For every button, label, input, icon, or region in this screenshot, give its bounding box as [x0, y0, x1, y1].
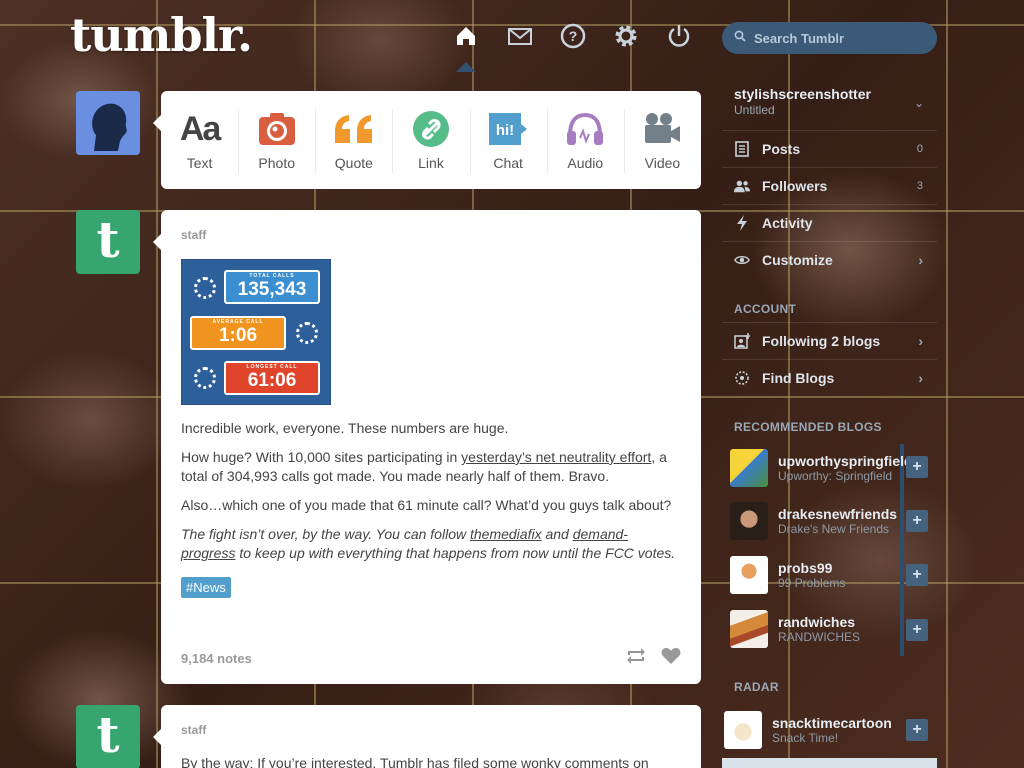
text-icon: Aa	[179, 109, 221, 148]
svg-text:hi!: hi!	[496, 122, 514, 139]
search-input[interactable]	[754, 30, 924, 46]
radar-post-preview[interactable]	[722, 758, 937, 768]
mail-icon[interactable]	[506, 22, 534, 50]
blog-avatar	[730, 449, 768, 487]
svg-text:?: ?	[569, 28, 578, 44]
lightning-icon	[734, 214, 750, 231]
blog-avatar	[724, 711, 762, 749]
blog-avatar	[730, 502, 768, 540]
post-paragraph: Incredible work, everyone. These numbers…	[181, 420, 509, 436]
post-type-audio[interactable]: Audio	[546, 91, 624, 189]
sidebar-item-posts[interactable]: Posts 0	[722, 130, 937, 166]
post-type-photo[interactable]: Photo	[238, 91, 315, 189]
top-header: tumblr. ?	[0, 0, 1024, 72]
chevron-right-icon: ›	[918, 332, 923, 349]
post-author[interactable]: staff	[181, 721, 681, 740]
sidebar-item-activity[interactable]: Activity	[722, 204, 937, 240]
user-silhouette-icon	[76, 91, 140, 155]
post-notes[interactable]: 9,184 notes	[181, 649, 252, 668]
post-type-text[interactable]: Aa Text	[161, 91, 238, 189]
document-icon	[734, 140, 750, 157]
post-photo[interactable]: TOTAL CALLS 135,343 AVERAGE CALL 1:06 LO…	[181, 259, 331, 405]
chevron-down-icon: ⌄	[913, 96, 924, 110]
post-paragraph: How huge? With 10,000 sites participatin…	[181, 449, 667, 484]
recommended-blog[interactable]: probs99 99 Problems	[722, 551, 902, 599]
post-tag[interactable]: #News	[181, 577, 231, 598]
post-paragraph: Also…which one of you made that 61 minut…	[181, 497, 672, 513]
sidebar-item-find-blogs[interactable]: Find Blogs ›	[722, 359, 937, 395]
tumblr-t-icon: t	[96, 210, 120, 269]
compass-icon	[734, 370, 750, 386]
recommended-blog[interactable]: randwiches RANDWICHES	[722, 605, 902, 653]
eye-icon	[734, 252, 750, 268]
nav-active-pointer	[456, 62, 476, 72]
blog-switcher[interactable]: stylishscreenshotter Untitled ⌄	[734, 86, 934, 117]
blog-title: Untitled	[734, 103, 775, 117]
account-heading: ACCOUNT	[734, 302, 797, 316]
camera-icon	[258, 109, 296, 149]
blog-avatar	[730, 556, 768, 594]
search-box[interactable]	[722, 22, 937, 54]
heart-icon[interactable]	[661, 647, 681, 670]
spinner-icon	[194, 367, 216, 389]
headphones-icon	[565, 109, 605, 149]
post-type-chat[interactable]: hi! Chat	[469, 91, 547, 189]
post-type-video[interactable]: Video	[623, 91, 701, 189]
post-author[interactable]: staff	[181, 226, 681, 245]
average-call-box: AVERAGE CALL 1:06	[190, 316, 286, 350]
video-camera-icon	[642, 109, 682, 149]
post-paragraph: The fight isn’t over, by the way. You ca…	[181, 526, 676, 561]
post-paragraph: By the way: If you’re interested, Tumblr…	[181, 755, 649, 768]
follow-button[interactable]: +	[906, 719, 928, 741]
longest-call-box: LONGEST CALL 61:06	[224, 361, 320, 395]
quote-icon	[333, 109, 375, 149]
staff-avatar[interactable]: t	[76, 705, 140, 768]
follow-button[interactable]: +	[906, 510, 928, 532]
chat-bubble-icon: hi!	[487, 109, 529, 149]
post-type-bar: Aa Text Photo Quote Link hi! Chat Audio	[153, 91, 701, 189]
add-user-icon	[734, 332, 750, 349]
tumblr-t-icon: t	[96, 705, 120, 764]
recommended-blog[interactable]: upworthyspringfield Upworthy: Springfiel…	[722, 444, 908, 492]
chevron-right-icon: ›	[918, 251, 923, 268]
follow-button[interactable]: +	[906, 619, 928, 641]
user-avatar[interactable]	[76, 91, 140, 155]
blog-name: stylishscreenshotter	[734, 86, 871, 102]
people-icon	[734, 178, 750, 194]
sidebar-item-followers[interactable]: Followers 3	[722, 167, 937, 203]
gear-icon[interactable]	[612, 22, 640, 50]
follow-button[interactable]: +	[906, 456, 928, 478]
recommended-heading: RECOMMENDED BLOGS	[734, 420, 882, 434]
spinner-icon	[194, 277, 216, 299]
recommended-blog[interactable]: drakesnewfriends Drake's New Friends	[722, 497, 902, 545]
sidebar-item-following[interactable]: Following 2 blogs ›	[722, 322, 937, 358]
follow-button[interactable]: +	[906, 564, 928, 586]
post-type-link[interactable]: Link	[392, 91, 469, 189]
reblog-icon[interactable]	[625, 647, 647, 670]
post-card: staff By the way: If you’re interested, …	[153, 705, 701, 768]
chevron-right-icon: ›	[918, 369, 923, 386]
link-icon	[412, 109, 450, 149]
spinner-icon	[296, 322, 318, 344]
net-neutrality-link[interactable]: yesterday’s net neutrality effort	[461, 449, 651, 465]
radar-heading: RADAR	[734, 680, 779, 694]
post-card: staff TOTAL CALLS 135,343 AVERAGE CALL 1…	[153, 210, 701, 684]
help-icon[interactable]: ?	[559, 22, 587, 50]
post-footer: 9,184 notes	[181, 647, 681, 670]
post-type-quote[interactable]: Quote	[315, 91, 392, 189]
search-icon	[734, 29, 746, 47]
staff-avatar[interactable]: t	[76, 210, 140, 274]
tumblr-logo[interactable]: tumblr.	[70, 8, 253, 62]
power-icon[interactable]	[665, 22, 693, 50]
radar-blog[interactable]: snacktimecartoon Snack Time!	[722, 706, 902, 754]
total-calls-box: TOTAL CALLS 135,343	[224, 270, 320, 304]
home-icon[interactable]	[452, 22, 480, 50]
blog-avatar	[730, 610, 768, 648]
sidebar-item-customize[interactable]: Customize ›	[722, 241, 937, 277]
themediafix-link[interactable]: themediafix	[470, 526, 542, 542]
